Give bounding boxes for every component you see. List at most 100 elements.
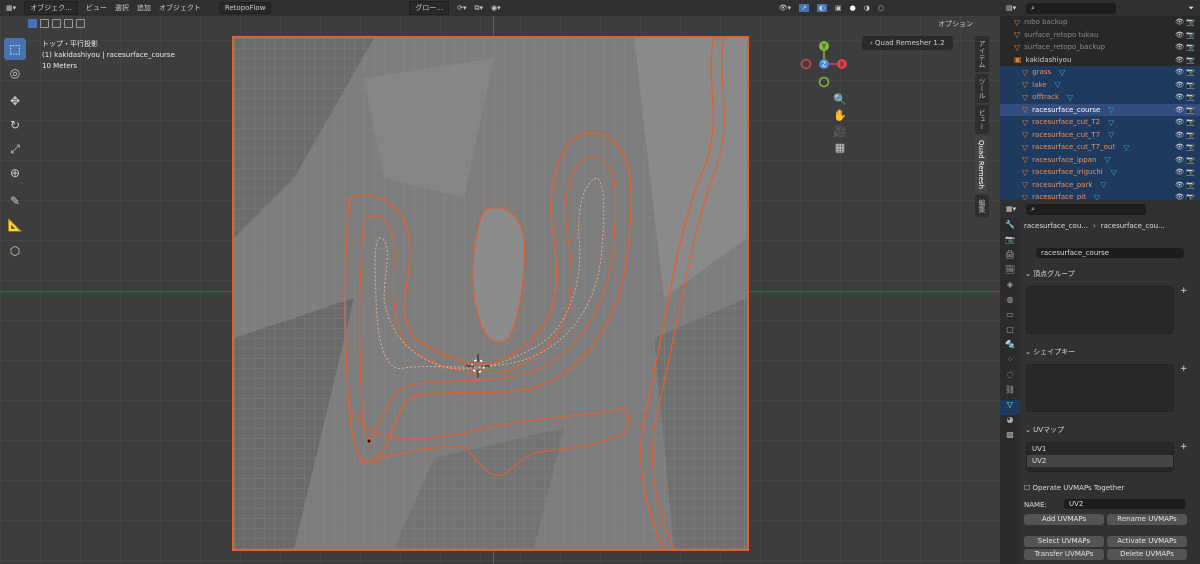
material-tab-icon[interactable]: ◕	[1000, 415, 1020, 430]
pivot-icon[interactable]: ⟳▾	[457, 4, 466, 12]
uv-map-row-active[interactable]: UV2	[1027, 455, 1173, 467]
outliner-row[interactable]: ▽ racesurface_cut_T7_out ▽ 👁 📷	[1000, 141, 1200, 154]
scale-tool-icon[interactable]: ⤢	[4, 138, 26, 160]
measure-tool-icon[interactable]: 📐	[4, 214, 26, 236]
uv-map-row[interactable]: UV1	[1027, 443, 1173, 455]
selected-terrain-mesh[interactable]	[232, 36, 749, 551]
visibility-icon[interactable]: 👁 📷	[1175, 156, 1195, 164]
visibility-icon[interactable]: 👁 📷	[1175, 81, 1195, 89]
outliner-row[interactable]: ▽ surface_retopo_backup 👁 📷	[1000, 41, 1200, 54]
outliner-row[interactable]: ▣ kakidashiyou 👁 📷	[1000, 54, 1200, 67]
output-tab-icon[interactable]: 🖨	[1000, 250, 1020, 265]
annotate-tool-icon[interactable]: ✎	[4, 190, 26, 212]
outliner-row[interactable]: ▽ racesurface_cut_T7 ▽ 👁 📷	[1000, 128, 1200, 141]
visibility-icon[interactable]: 👁 📷	[1175, 93, 1195, 101]
visibility-icon[interactable]: 👁 📷	[1175, 106, 1195, 114]
outliner-row[interactable]: ▽ offtrack ▽ 👁 📷	[1000, 91, 1200, 104]
select-box-tool-icon[interactable]: ⬚	[4, 38, 26, 60]
visibility-icon[interactable]: 👁 📷	[1175, 56, 1195, 64]
filter-icon[interactable]: ⏷	[1188, 4, 1194, 13]
constraints-tab-icon[interactable]: ⛓	[1000, 385, 1020, 400]
editor-type-icon[interactable]: ▦▾	[6, 4, 16, 12]
visibility-icon[interactable]: 👁▾	[779, 4, 791, 12]
camera-icon[interactable]: 🎥	[832, 124, 848, 140]
shape-key-add-icon[interactable]: +	[1180, 364, 1188, 374]
tool-tab-icon[interactable]: 🔧	[1000, 220, 1020, 235]
outliner-search[interactable]: ⌕	[1026, 2, 1117, 14]
transform-tool-icon[interactable]: ⊕	[4, 162, 26, 184]
vertex-groups-header[interactable]: ⌄ 頂点グループ	[1020, 266, 1080, 282]
uv-maps-header[interactable]: ⌄ UVマップ	[1020, 422, 1069, 438]
rename-uvmaps-button[interactable]: Rename UVMAPs	[1107, 514, 1187, 525]
activate-uvmaps-button[interactable]: Activate UVMAPs	[1107, 536, 1187, 547]
menu-view[interactable]: ビュー	[86, 3, 107, 13]
mesh-data-tab-icon[interactable]: ▽	[1000, 400, 1020, 415]
overlay-toggle-icon[interactable]: ◐	[816, 4, 828, 12]
visibility-icon[interactable]: 👁 📷	[1175, 118, 1195, 126]
retopoflow-dropdown[interactable]: RetopoFlow	[218, 2, 272, 14]
outliner-row[interactable]: ▽ racesurface_course ▽ 👁 📷	[1000, 103, 1200, 116]
outliner-row[interactable]: ▽ lake ▽ 👁 📷	[1000, 78, 1200, 91]
transfer-uvmaps-button[interactable]: Transfer UVMAPs	[1024, 549, 1104, 560]
quad-remesher-panel[interactable]: › Quad Remesher 1.2	[862, 36, 953, 50]
visibility-icon[interactable]: 👁 📷	[1175, 43, 1195, 51]
operate-together-checkbox[interactable]: ☐ Operate UVMAPs Together	[1024, 484, 1124, 492]
tab-quad-remesh[interactable]: Quad Remesh	[975, 136, 987, 193]
menu-add[interactable]: 追加	[137, 3, 151, 13]
select-new-icon[interactable]	[28, 18, 37, 28]
visibility-icon[interactable]: 👁 📷	[1175, 181, 1195, 189]
grid-view-icon[interactable]: ▦	[832, 140, 848, 156]
mesh-name-field[interactable]: racesurface_course	[1036, 248, 1184, 258]
visibility-icon[interactable]: 👁 📷	[1175, 31, 1195, 39]
select-intersect-icon[interactable]	[76, 18, 85, 28]
select-extend-icon[interactable]	[40, 18, 49, 28]
outliner-editor-icon[interactable]: ▤▾	[1006, 4, 1016, 12]
shading-render-icon[interactable]: ○	[878, 4, 884, 12]
tab-edit[interactable]: 編集	[975, 194, 989, 217]
outliner-row[interactable]: ▽ racesurface_park ▽ 👁 📷	[1000, 178, 1200, 191]
visibility-icon[interactable]: 👁 📷	[1175, 131, 1195, 139]
scene-tab-icon[interactable]: ◈	[1000, 280, 1020, 295]
mode-dropdown[interactable]: オブジェク...	[24, 1, 78, 15]
modifier-tab-icon[interactable]: 🔩	[1000, 340, 1020, 355]
render-tab-icon[interactable]: 📷	[1000, 235, 1020, 250]
collection-tab-icon[interactable]: ▭	[1000, 310, 1020, 325]
world-tab-icon[interactable]: ◍	[1000, 295, 1020, 310]
outliner-row[interactable]: ▽ racesurface_iriguchi ▽ 👁 📷	[1000, 166, 1200, 179]
options-dropdown[interactable]: オプション	[938, 19, 973, 29]
outliner-row[interactable]: ▽ grass ▽ 👁 📷	[1000, 66, 1200, 79]
physics-tab-icon[interactable]: ◌	[1000, 370, 1020, 385]
select-invert-icon[interactable]	[64, 18, 73, 28]
shape-keys-header[interactable]: ⌄ シェイプキー	[1020, 344, 1080, 360]
move-tool-icon[interactable]: ✥	[4, 90, 26, 112]
tab-view[interactable]: ビュー	[975, 105, 989, 134]
navigation-gizmo[interactable]: X Y Z	[798, 38, 850, 90]
visibility-icon[interactable]: 👁 📷	[1175, 168, 1195, 176]
pan-hand-icon[interactable]: ✋	[832, 108, 848, 124]
outliner-row[interactable]: ▽ surface_retopo tukau 👁 📷	[1000, 29, 1200, 42]
properties-editor-icon[interactable]: ▦▾	[1006, 205, 1016, 213]
vertex-groups-list[interactable]	[1026, 286, 1174, 334]
tab-item[interactable]: アイテム	[975, 36, 989, 72]
menu-object[interactable]: オブジェクト	[159, 3, 201, 13]
select-subtract-icon[interactable]	[52, 18, 61, 28]
properties-search[interactable]: ⌕	[1026, 203, 1147, 215]
particles-tab-icon[interactable]: ⁘	[1000, 355, 1020, 370]
outliner-row[interactable]: ▽ racesurface_cut_T2 ▽ 👁 📷	[1000, 116, 1200, 129]
add-cube-tool-icon[interactable]: ⬡	[4, 240, 26, 262]
orientation-dropdown[interactable]: グロー...	[409, 1, 450, 15]
shape-keys-list[interactable]	[1026, 364, 1174, 412]
delete-uvmaps-button[interactable]: Delete UVMAPs	[1107, 549, 1187, 560]
shading-material-icon[interactable]: ◑	[864, 4, 870, 12]
gizmo-toggle-icon[interactable]: ↗	[799, 4, 809, 12]
object-tab-icon[interactable]: ▢	[1000, 325, 1020, 340]
proportional-icon[interactable]: ◉▾	[491, 4, 501, 12]
rotate-tool-icon[interactable]: ↻	[4, 114, 26, 136]
uv-name-field[interactable]: UV2	[1064, 499, 1186, 509]
view-layer-tab-icon[interactable]: 🖼	[1000, 265, 1020, 280]
menu-select[interactable]: 選択	[115, 3, 129, 13]
xray-icon[interactable]: ▣	[835, 4, 842, 12]
snap-icon[interactable]: ⧉▾	[475, 4, 484, 13]
outliner-row[interactable]: ▽ robo backup 👁 📷	[1000, 16, 1200, 29]
zoom-icon[interactable]: 🔍	[832, 92, 848, 108]
